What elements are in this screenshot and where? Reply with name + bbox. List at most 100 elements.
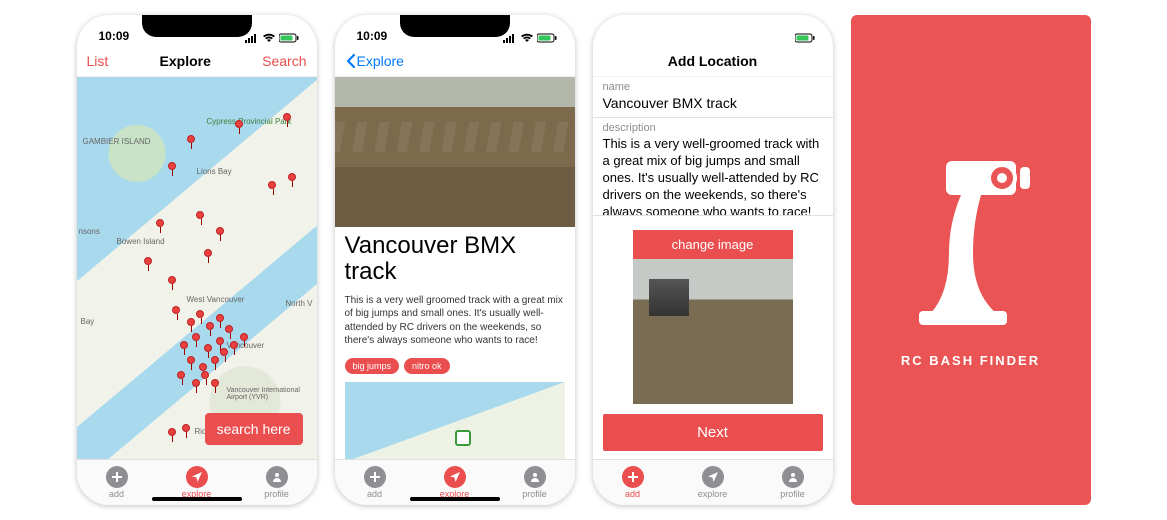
tab-label: explore	[698, 489, 728, 499]
map-pin-icon[interactable]	[230, 341, 240, 351]
map-pin-icon[interactable]	[192, 333, 202, 343]
map-pin-icon[interactable]	[216, 227, 226, 237]
map-pin-icon[interactable]	[172, 306, 182, 316]
battery-icon	[537, 33, 557, 43]
map-pin-icon[interactable]	[225, 325, 235, 335]
map-label: Lions Bay	[197, 167, 232, 176]
image-preview[interactable]	[633, 259, 793, 404]
profile-icon	[266, 466, 288, 488]
map-pin-icon[interactable]	[187, 135, 197, 145]
back-label: Explore	[357, 53, 404, 69]
tab-profile[interactable]: profile	[237, 460, 317, 505]
map-pin-icon[interactable]	[288, 173, 298, 183]
notch	[142, 15, 252, 37]
map-pin-icon[interactable]	[240, 333, 250, 343]
tab-label: profile	[264, 489, 289, 499]
location-icon	[186, 466, 208, 488]
plus-icon	[622, 466, 644, 488]
map-canvas[interactable]: GAMBIER ISLAND Cypress Provincial Park L…	[77, 77, 317, 459]
map-pin-icon[interactable]	[196, 211, 206, 221]
location-icon	[702, 466, 724, 488]
status-time: 10:09	[357, 29, 388, 43]
battery-icon	[279, 33, 299, 43]
form-content: name Vancouver BMX track description Thi…	[593, 77, 833, 459]
next-button[interactable]: Next	[603, 414, 823, 451]
map-pin-icon[interactable]	[268, 181, 278, 191]
app-logo-icon	[901, 153, 1041, 333]
map-pin-icon[interactable]	[211, 356, 221, 366]
map-content[interactable]: GAMBIER ISLAND Cypress Provincial Park L…	[77, 77, 317, 459]
status-right	[245, 33, 299, 43]
mini-map[interactable]	[345, 382, 565, 459]
map-pin-icon[interactable]	[216, 337, 226, 347]
map-pin-icon[interactable]	[216, 314, 226, 324]
signal-icon	[245, 33, 259, 43]
map-label: Vancouver International Airport (YVR)	[227, 387, 317, 401]
description-field[interactable]: This is a very well-groomed track with a…	[593, 134, 833, 216]
wifi-icon	[520, 33, 534, 43]
map-pin-icon[interactable]	[204, 249, 214, 259]
map-pin-icon[interactable]	[204, 344, 214, 354]
search-here-button[interactable]: search here	[205, 413, 303, 445]
map-pin-icon[interactable]	[201, 371, 211, 381]
tab-profile[interactable]: profile	[753, 460, 833, 505]
status-right	[503, 33, 557, 43]
tab-label: add	[625, 489, 640, 499]
status-right	[795, 33, 815, 43]
map-pin-icon[interactable]	[168, 428, 178, 438]
profile-icon	[524, 466, 546, 488]
map-pin-icon[interactable]	[206, 322, 216, 332]
name-field[interactable]: Vancouver BMX track	[593, 93, 833, 118]
track-photo	[335, 77, 575, 227]
screen-explore-map: 10:09 List Explore Search GAMBIER ISLAND…	[77, 15, 317, 505]
map-pin-icon[interactable]	[156, 219, 166, 229]
map-pin-icon[interactable]	[168, 162, 178, 172]
page-title: Explore	[160, 53, 211, 69]
map-pin-icon[interactable]	[220, 348, 230, 358]
location-icon	[444, 466, 466, 488]
change-image-button[interactable]: change image	[633, 230, 793, 259]
signal-icon	[503, 33, 517, 43]
tag[interactable]: big jumps	[345, 358, 400, 374]
search-link[interactable]: Search	[262, 53, 306, 69]
map-pin-icon[interactable]	[235, 120, 245, 130]
map-pin-icon[interactable]	[211, 379, 221, 389]
wifi-icon	[262, 33, 276, 43]
map-pin-icon[interactable]	[187, 356, 197, 366]
map-pin-icon[interactable]	[187, 318, 197, 328]
map-pin-icon[interactable]	[283, 113, 293, 123]
screen-splash: RC BASH FINDER	[851, 15, 1091, 505]
map-pin-icon[interactable]	[177, 371, 187, 381]
map-label: Bay	[81, 317, 95, 326]
map-pin-icon[interactable]	[180, 341, 190, 351]
map-pin-icon[interactable]	[168, 276, 178, 286]
home-indicator[interactable]	[410, 497, 500, 501]
tab-label: add	[109, 489, 124, 499]
map-label: Cypress Provincial Park	[207, 117, 292, 126]
tab-label: profile	[780, 489, 805, 499]
tab-label: add	[367, 489, 382, 499]
tab-label: profile	[522, 489, 547, 499]
map-label: Bowen Island	[117, 237, 165, 246]
map-pin-icon[interactable]	[144, 257, 154, 267]
tab-profile[interactable]: profile	[495, 460, 575, 505]
back-button[interactable]: Explore	[345, 53, 404, 69]
status-bar	[593, 15, 833, 45]
map-pin-icon[interactable]	[192, 379, 202, 389]
home-indicator[interactable]	[152, 497, 242, 501]
page-title: Add Location	[668, 53, 757, 69]
name-label: name	[593, 77, 833, 93]
tab-explore[interactable]: explore	[673, 460, 753, 505]
map-pin-icon[interactable]	[196, 310, 206, 320]
tab-add[interactable]: add	[335, 460, 415, 505]
map-pin-icon[interactable]	[182, 424, 192, 434]
tag[interactable]: nitro ok	[404, 358, 450, 374]
tab-add[interactable]: add	[77, 460, 157, 505]
battery-icon	[795, 33, 815, 43]
tab-bar: add explore profile	[593, 459, 833, 505]
splash-title: RC BASH FINDER	[901, 353, 1040, 368]
tab-add[interactable]: add	[593, 460, 673, 505]
map-label: West Vancouver	[187, 295, 245, 304]
list-link[interactable]: List	[87, 53, 109, 69]
detail-content[interactable]: Vancouver BMX track This is a very well …	[335, 77, 575, 459]
